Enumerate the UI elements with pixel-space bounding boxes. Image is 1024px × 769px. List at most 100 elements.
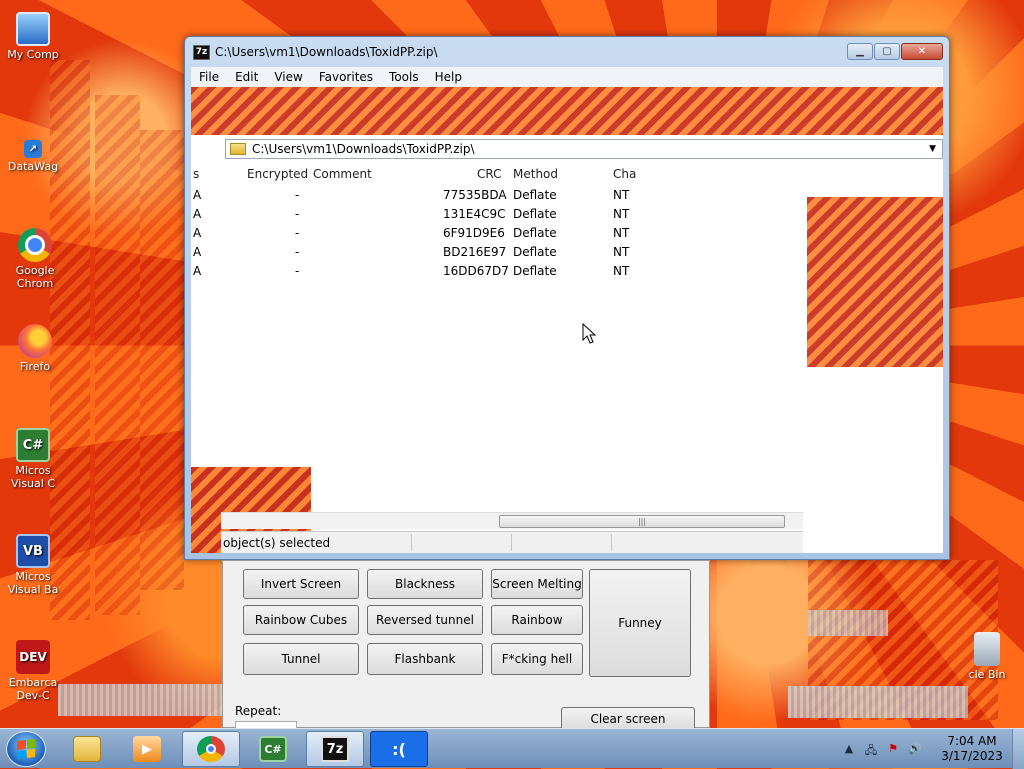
taskbar-sad-face[interactable]: :( (370, 731, 428, 767)
menu-favorites[interactable]: Favorites (311, 70, 381, 84)
volume-icon[interactable]: 🔊 (907, 742, 923, 756)
repeat-label: Repeat: (235, 704, 282, 718)
address-bar[interactable]: C:\Users\vm1\Downloads\ToxidPP.zip\ ▼ (225, 139, 943, 159)
cell-crc: 6F91D9E6 (443, 226, 505, 240)
flag-alert-icon[interactable]: ⚑ (885, 742, 901, 756)
table-row[interactable]: A - 131E4C9C Deflate NT (191, 205, 631, 224)
clock-date: 3/17/2023 (941, 749, 1003, 763)
cell-char: NT (613, 226, 630, 240)
clock[interactable]: 7:04 AM 3/17/2023 (932, 734, 1012, 764)
cell-char: NT (613, 245, 630, 259)
col-crc[interactable]: CRC (477, 167, 502, 181)
menu-view[interactable]: View (266, 70, 310, 84)
desktop-icon-datawag[interactable]: ↗ DataWag (2, 140, 64, 173)
desktop-icon-visual-basic[interactable]: VB Micros Visual Ba (2, 534, 64, 596)
cell-crc: 77535BDA (443, 188, 507, 202)
chevron-up-icon[interactable]: ▲ (841, 742, 857, 756)
cell-encrypted: - (295, 264, 300, 278)
tunnel-button[interactable]: Tunnel (243, 643, 359, 675)
rainbow-cubes-button[interactable]: Rainbow Cubes (243, 605, 359, 635)
cell-attr: A (193, 207, 202, 221)
cell-attr: A (193, 264, 202, 278)
horizontal-scrollbar[interactable]: ||| (221, 512, 803, 529)
start-button[interactable] (6, 731, 46, 767)
sevenzip-icon: 7z (193, 44, 210, 60)
fcking-hell-button[interactable]: F*cking hell (491, 643, 583, 675)
col-comment[interactable]: Comment (313, 167, 372, 181)
glitch-fragment (95, 95, 140, 615)
desktop-icon-dev-cpp[interactable]: DEV Embarca Dev-C (2, 640, 64, 702)
menu-file[interactable]: File (191, 70, 227, 84)
col-method[interactable]: Method (513, 167, 558, 181)
cell-encrypted: - (295, 207, 300, 221)
cell-encrypted: - (295, 226, 300, 240)
play-icon: ▶ (133, 736, 161, 762)
glitch-fragment (807, 197, 943, 367)
maximize-button[interactable]: ▢ (874, 43, 900, 60)
glitch-taskbar-ghost (58, 684, 228, 716)
desktop-icon-visual-csharp[interactable]: C# Micros Visual C (2, 428, 64, 490)
reversed-tunnel-button[interactable]: Reversed tunnel (367, 605, 483, 635)
minimize-button[interactable]: ▁ (847, 43, 873, 60)
desktop-icon-my-computer[interactable]: My Comp (2, 12, 64, 61)
rainbow-button[interactable]: Rainbow (491, 605, 583, 635)
taskbar-chrome[interactable] (182, 731, 240, 767)
cell-attr: A (193, 226, 202, 240)
glitch-taskbar-ghost (808, 610, 888, 636)
table-row[interactable]: A - 6F91D9E6 Deflate NT (191, 224, 631, 243)
desktop-icon-recycle-bin[interactable]: cle Bin (956, 632, 1018, 681)
cell-char: NT (613, 207, 630, 221)
taskbar-explorer[interactable] (58, 731, 116, 767)
title-bar[interactable]: 7z C:\Users\vm1\Downloads\ToxidPP.zip\ ▁… (185, 37, 949, 67)
csharp-icon: C# (259, 736, 287, 762)
flashbank-button[interactable]: Flashbank (367, 643, 483, 675)
windows-logo-icon (17, 739, 35, 759)
cell-encrypted: - (295, 245, 300, 259)
mouse-cursor-icon (582, 323, 596, 344)
col-encrypted[interactable]: Encrypted (247, 167, 308, 181)
screen-melting-button[interactable]: Screen Melting (491, 569, 583, 599)
computer-icon (16, 12, 50, 46)
cell-crc: 16DD67D7 (443, 264, 509, 278)
status-selection: object(s) selected (223, 535, 331, 550)
blackness-button[interactable]: Blackness (367, 569, 483, 599)
minimize-icon: ▁ (856, 46, 864, 57)
col-attributes[interactable]: s (193, 167, 199, 181)
chevron-down-icon[interactable]: ▼ (929, 144, 936, 154)
taskbar-csharp[interactable]: C# (244, 731, 302, 767)
glitch-taskbar-ghost (788, 686, 968, 718)
shortcut-icon: ↗ (24, 140, 42, 158)
status-bar: object(s) selected (221, 531, 803, 553)
table-row[interactable]: A - 77535BDA Deflate NT (191, 186, 631, 205)
menu-edit[interactable]: Edit (227, 70, 266, 84)
cell-crc: 131E4C9C (443, 207, 506, 221)
invert-screen-button[interactable]: Invert Screen (243, 569, 359, 599)
chrome-icon (18, 228, 52, 262)
glitch-fragment (140, 130, 184, 590)
show-desktop-button[interactable] (1012, 729, 1024, 769)
menu-help[interactable]: Help (427, 70, 470, 84)
firefox-icon (18, 324, 52, 358)
table-row[interactable]: A - BD216E97 Deflate NT (191, 243, 631, 262)
col-characteristics[interactable]: Cha (613, 167, 636, 181)
scrollbar-thumb[interactable]: ||| (499, 515, 785, 528)
payload-panel: Invert Screen Blackness Screen Melting F… (222, 560, 710, 731)
taskbar-media-player[interactable]: ▶ (118, 731, 176, 767)
network-icon[interactable]: 🖧 (863, 742, 879, 757)
cell-attr: A (193, 245, 202, 259)
taskbar-7zip[interactable]: 7z (306, 731, 364, 767)
csharp-icon: C# (16, 428, 50, 462)
clear-screen-button[interactable]: Clear screen (561, 707, 695, 729)
table-row[interactable]: A - 16DD67D7 Deflate NT (191, 262, 631, 281)
desktop-icon-chrome[interactable]: Google Chrom (4, 228, 66, 290)
menu-tools[interactable]: Tools (381, 70, 427, 84)
funney-button[interactable]: Funney (589, 569, 691, 677)
cell-char: NT (613, 264, 630, 278)
menu-bar: File Edit View Favorites Tools Help (191, 67, 943, 87)
address-path: C:\Users\vm1\Downloads\ToxidPP.zip\ (252, 142, 475, 156)
desktop-icon-firefox[interactable]: Firefo (4, 324, 66, 373)
system-tray: ▲ 🖧 ⚑ 🔊 7:04 AM 3/17/2023 (838, 729, 1024, 769)
cell-char: NT (613, 188, 630, 202)
close-button[interactable]: ✕ (901, 43, 943, 60)
cell-attr: A (193, 188, 202, 202)
